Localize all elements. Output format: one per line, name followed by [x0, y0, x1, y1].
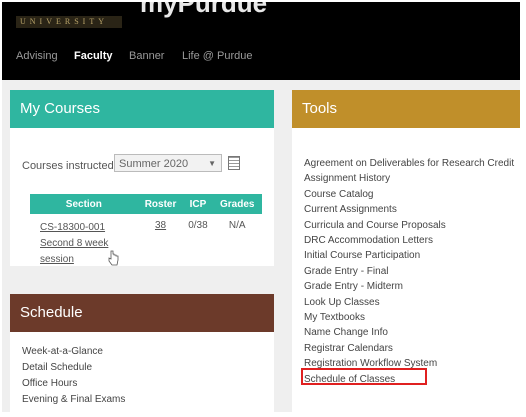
tool-link[interactable]: Initial Course Participation	[304, 248, 514, 263]
tool-link[interactable]: Grade Entry - Final	[304, 264, 514, 279]
col-icp: ICP	[183, 194, 213, 214]
schedule-item-detail-schedule[interactable]: Detail Schedule	[22, 360, 125, 376]
tools-list: Agreement on Deliverables for Research C…	[304, 156, 514, 387]
tools-panel: Tools Agreement on Deliverables for Rese…	[292, 90, 520, 412]
nav-faculty[interactable]: Faculty	[74, 50, 113, 62]
schedule-panel: Schedule Week-at-a-Glance Detail Schedul…	[10, 294, 274, 412]
col-section: Section	[30, 194, 138, 214]
schedule-title: Schedule	[10, 294, 274, 332]
my-courses-title: My Courses	[10, 90, 274, 128]
tool-link[interactable]: Name Change Info	[304, 325, 514, 340]
schedule-item-week-at-a-glance[interactable]: Week-at-a-Glance	[22, 344, 125, 360]
term-select[interactable]: Summer 2020 ▼	[114, 154, 222, 172]
tool-link[interactable]: Assignment History	[304, 171, 514, 186]
tool-link[interactable]: Registrar Calendars	[304, 341, 514, 356]
term-select-value: Summer 2020	[119, 158, 189, 170]
tool-link[interactable]: Course Catalog	[304, 187, 514, 202]
main-content: My Courses Courses instructed for Summer…	[2, 80, 520, 412]
nav-banner[interactable]: Banner	[129, 50, 164, 62]
calendar-icon[interactable]	[228, 156, 240, 170]
app-title: myPurdue	[140, 2, 268, 18]
icp-cell: 0/38	[188, 220, 208, 231]
site-header: UNIVERSITY myPurdue	[2, 2, 520, 42]
schedule-item-evening-final-exams[interactable]: Evening & Final Exams	[22, 392, 125, 408]
university-logo[interactable]: UNIVERSITY	[16, 16, 122, 28]
schedule-list: Week-at-a-Glance Detail Schedule Office …	[22, 344, 125, 408]
tool-link[interactable]: Grade Entry - Midterm	[304, 279, 514, 294]
chevron-down-icon: ▼	[208, 159, 216, 168]
top-nav: Advising Faculty Banner Life @ Purdue	[2, 46, 520, 72]
highlight-box	[301, 368, 427, 385]
hand-cursor-icon	[108, 250, 119, 266]
tool-link[interactable]: DRC Accommodation Letters	[304, 233, 514, 248]
browser-frame: UNIVERSITY myPurdue Advising Faculty Ban…	[2, 2, 520, 412]
col-roster: Roster	[137, 194, 184, 214]
tools-title: Tools	[292, 90, 520, 128]
nav-advising[interactable]: Advising	[16, 50, 58, 62]
tool-link[interactable]: My Textbooks	[304, 310, 514, 325]
grades-cell: N/A	[228, 220, 246, 231]
tool-link[interactable]: Current Assignments	[304, 202, 514, 217]
roster-link[interactable]: 38	[155, 220, 166, 231]
tool-link[interactable]: Agreement on Deliverables for Research C…	[304, 156, 514, 171]
my-courses-panel: My Courses Courses instructed for Summer…	[10, 90, 274, 266]
schedule-item-office-hours[interactable]: Office Hours	[22, 376, 125, 392]
tool-link[interactable]: Look Up Classes	[304, 295, 514, 310]
nav-life-at-purdue[interactable]: Life @ Purdue	[182, 50, 253, 62]
col-grades: Grades	[212, 194, 262, 214]
courses-table: Section Roster ICP Grades CS-18300-001 S…	[30, 194, 262, 269]
tool-link[interactable]: Curricula and Course Proposals	[304, 218, 514, 233]
table-row: CS-18300-001 Second 8 week session 38 0/…	[30, 214, 262, 269]
section-link[interactable]: CS-18300-001 Second 8 week session	[40, 222, 108, 265]
section-cell: CS-18300-001 Second 8 week session	[30, 214, 138, 269]
roster-cell: 38	[138, 214, 184, 269]
